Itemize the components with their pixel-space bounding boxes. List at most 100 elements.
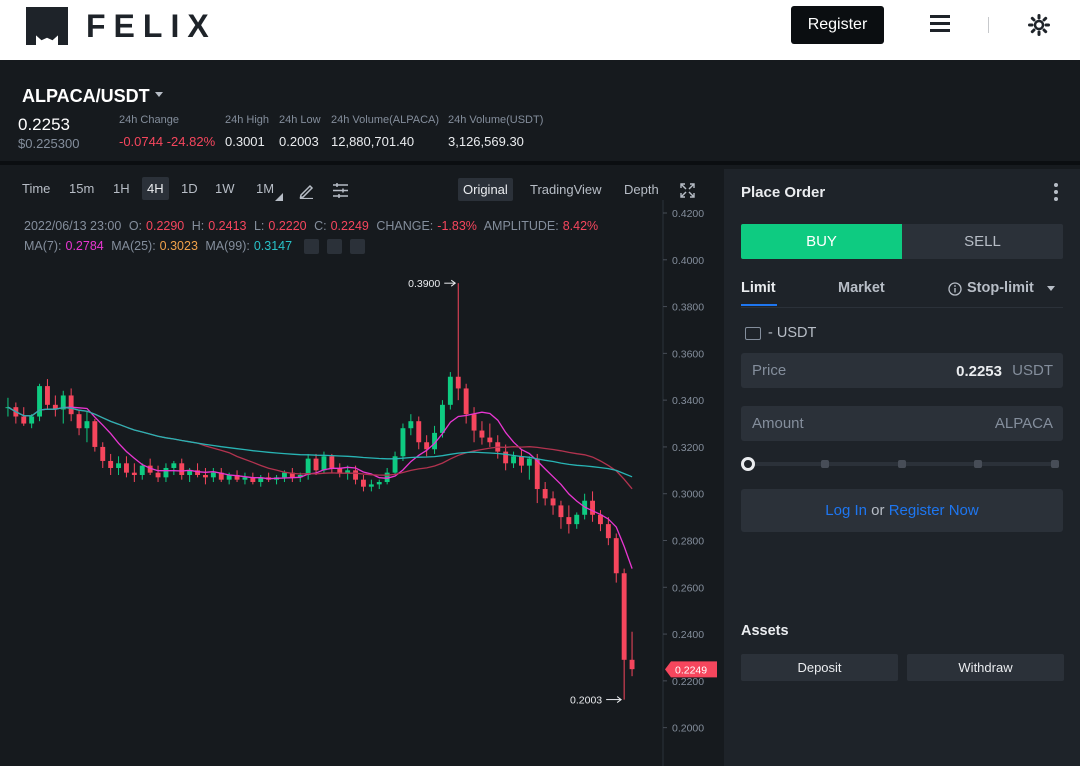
candle-body [29,416,35,424]
change-value: -0.0744 -24.82% [119,134,216,149]
candle-body [210,472,216,478]
candle-body [550,498,556,506]
low-value: 0.2003 [279,134,319,149]
price-field[interactable]: Price 0.2253 USDT [741,353,1063,388]
pencil-icon[interactable] [298,182,315,199]
hamburger-menu-icon[interactable] [930,15,950,33]
candle-body [282,472,287,478]
info-icon[interactable] [948,282,962,296]
candle-body [345,470,351,473]
candle-body [368,484,374,487]
login-link[interactable]: Log In [825,502,867,519]
pair-selector[interactable]: ALPACA/USDT [22,86,150,107]
y-axis-tick-label: 0.3200 [672,442,704,454]
place-order-title: Place Order [741,184,826,201]
settings-sliders-icon[interactable] [332,182,349,199]
tab-limit[interactable]: Limit [741,280,776,296]
view-tradingview-tab[interactable]: TradingView [530,182,602,197]
candle-body [376,482,382,485]
timeframe-1d[interactable]: 1D [181,181,198,196]
timeframe-4h[interactable]: 4H [142,177,169,200]
candle-body [511,456,516,464]
amount-unit: ALPACA [994,415,1053,432]
candle-body [242,477,248,480]
tab-market[interactable]: Market [838,280,885,296]
gear-icon[interactable] [1027,13,1051,37]
withdraw-button[interactable]: Withdraw [907,654,1064,681]
candle-body [155,472,161,478]
y-axis-tick-label: 0.2400 [672,629,704,641]
low-marker-label: 0.2003 [570,695,602,707]
tab-stop-limit[interactable]: Stop-limit [967,280,1034,296]
high-label: 24h High [225,114,270,126]
y-axis-tick-label: 0.3400 [672,395,704,407]
candle-body [447,376,453,405]
volume-quote-value: 3,126,569.30 [448,134,524,149]
candle-body [605,524,611,539]
timeframe-time[interactable]: Time [22,181,50,196]
candle-body [463,388,469,415]
candle-body [21,416,27,424]
last-price: 0.2253 [18,115,70,134]
current-price-label: 0.2249 [675,664,707,676]
wallet-icon [745,327,761,340]
candle-body [305,458,311,475]
chevron-down-icon[interactable] [1047,286,1055,292]
candle-body [45,386,50,405]
candle-body [100,446,106,461]
slider-steps[interactable] [740,456,1070,472]
register-button[interactable]: Register [791,6,884,44]
candle-body [329,456,335,468]
divider [741,307,1063,308]
buy-button[interactable]: BUY [741,224,902,259]
timeframe-15m[interactable]: 15m [69,181,94,196]
change-label: 24h Change [119,114,179,126]
candle-body [321,456,327,471]
candle-body [400,428,406,457]
candle-body [68,395,74,415]
candle-body [76,414,82,429]
timeframe-1h[interactable]: 1H [113,181,130,196]
volume-base-label: 24h Volume(ALPACA) [331,114,440,126]
y-axis-tick-label: 0.2000 [672,723,704,735]
low-label: 24h Low [279,114,321,126]
candle-body [124,463,129,473]
logo-text[interactable]: FELIX [86,8,217,45]
active-tab-indicator [741,304,777,306]
fullscreen-icon[interactable] [680,183,695,198]
candle-body [416,421,422,443]
view-original-tab[interactable]: Original [458,178,513,201]
amount-field[interactable]: Amount ALPACA [741,406,1063,441]
more-options-icon[interactable] [1054,183,1058,204]
available-balance: - USDT [768,325,817,341]
y-axis-tick-label: 0.2600 [672,582,704,594]
candle-body [440,404,445,433]
logo-icon[interactable] [26,7,68,45]
amount-label: Amount [752,415,804,432]
y-axis-tick-label: 0.3000 [672,489,704,501]
timeframe-1w[interactable]: 1W [215,181,235,196]
volume-base-value: 12,880,701.40 [331,134,415,149]
y-axis-tick-label: 0.4000 [672,255,704,267]
candle-body [629,659,635,670]
ticker-header [0,60,1080,165]
y-axis-tick-label: 0.3600 [672,348,704,360]
high-value: 0.3001 [225,134,265,149]
price-value[interactable]: 0.2253 [956,363,1002,380]
last-price-usd: $0.225300 [18,136,80,151]
candle-body [171,463,177,468]
candle-body [479,430,485,438]
sell-button[interactable]: SELL [902,224,1063,259]
slider-handle[interactable] [741,457,755,471]
view-depth-tab[interactable]: Depth [624,182,659,197]
deposit-button[interactable]: Deposit [741,654,898,681]
register-now-link[interactable]: Register Now [889,502,979,519]
candle-body [353,470,358,480]
candlestick-chart[interactable]: 0.4200 0.4000 0.3800 0.3600 0.3400 0.3200 0.30… [0,200,720,766]
candle-body [590,500,595,515]
top-navbar: FELIX Register [0,0,1080,60]
caret-down-icon[interactable] [155,92,163,97]
timeframe-1m[interactable]: 1M [256,181,274,196]
candle-body [408,421,414,429]
assets-title: Assets [741,623,789,639]
